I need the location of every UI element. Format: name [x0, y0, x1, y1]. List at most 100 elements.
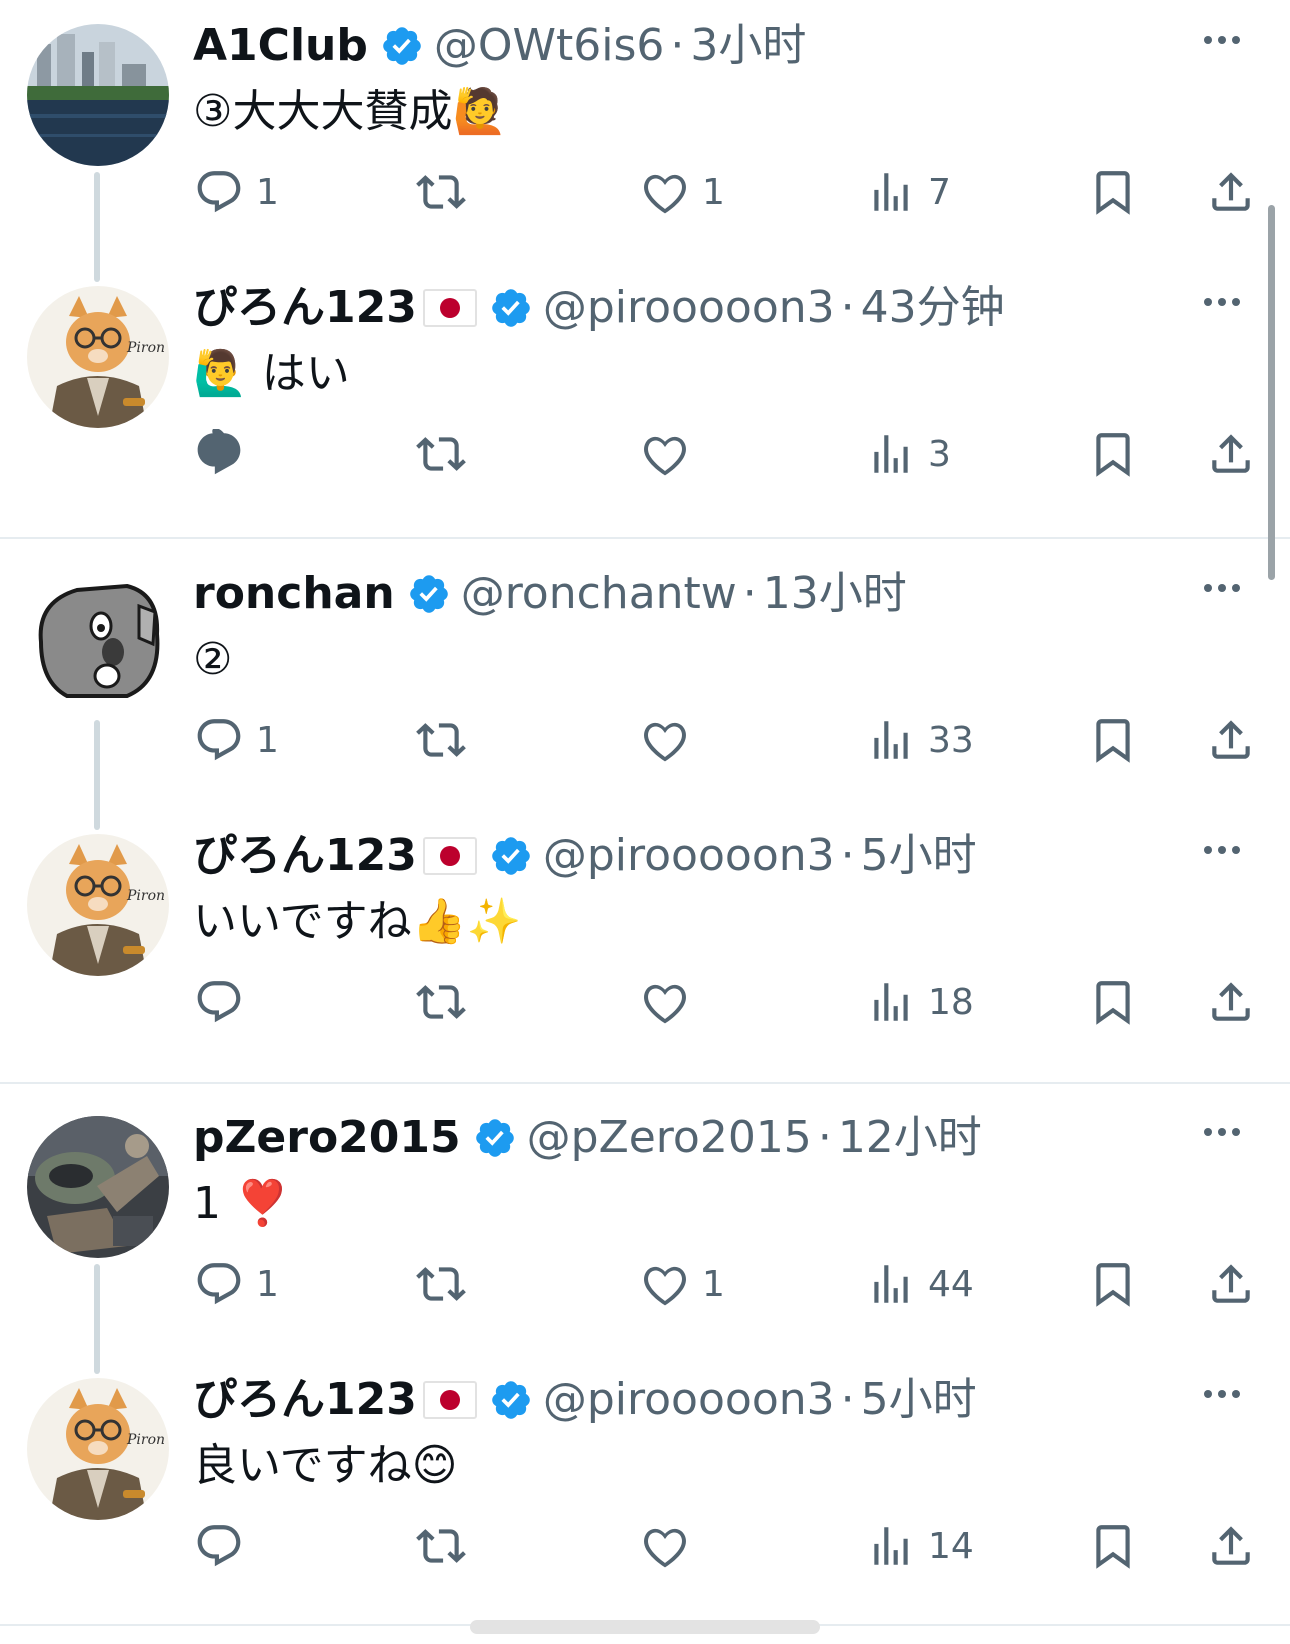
like-count: 1 [702, 171, 725, 213]
verified-badge-icon [383, 27, 421, 65]
cat-samurai-avatar: Piron [27, 1378, 169, 1520]
views-icon [874, 983, 908, 1021]
more-icon[interactable] [1202, 576, 1242, 600]
action-bar: 3 [0, 424, 1290, 484]
share-button[interactable] [1206, 162, 1256, 222]
display-name[interactable]: ぴろん123 [193, 828, 417, 884]
verified-badge-icon [475, 1119, 514, 1157]
reply-button[interactable] [194, 1516, 256, 1576]
views-button[interactable]: 14 [866, 1516, 974, 1576]
bookmark-icon [1096, 1525, 1130, 1569]
tweet[interactable]: ronchan @ronchantw · 13小时 ② 1 33 [0, 548, 1290, 830]
views-button[interactable]: 3 [866, 424, 951, 484]
share-button[interactable] [1206, 1516, 1256, 1576]
bookmark-icon [1096, 171, 1130, 215]
handle[interactable]: @pirooooon3 [543, 280, 835, 336]
timestamp[interactable]: 13小时 [763, 566, 907, 622]
display-name[interactable]: ronchan [193, 566, 395, 622]
bookmark-button[interactable] [1088, 1516, 1138, 1576]
like-button[interactable] [640, 424, 702, 484]
handle[interactable]: @pZero2015 [527, 1110, 812, 1166]
like-icon [644, 436, 686, 476]
tweet[interactable]: A1Club @OWt6is6 · 3小时 ③大大大賛成🙋 1 1 7 [0, 0, 1290, 282]
reply-button[interactable]: 1 [194, 162, 279, 222]
separator-dot: · [840, 1374, 855, 1425]
like-button[interactable]: 1 [640, 1254, 725, 1314]
reply-button[interactable]: 1 [194, 1254, 279, 1314]
handle[interactable]: @OWt6is6 [434, 18, 665, 74]
tweet[interactable]: Piron ぴろん123 @pirooooon3 · 5小时 いいですね👍✨ 1… [0, 810, 1290, 1082]
share-button[interactable] [1206, 710, 1256, 770]
display-name[interactable]: ぴろん123 [193, 280, 417, 336]
bookmark-icon [1096, 981, 1130, 1025]
handle[interactable]: @pirooooon3 [543, 828, 835, 884]
action-bar: 14 [0, 1516, 1290, 1576]
share-button[interactable] [1206, 972, 1256, 1032]
reply-count: 1 [256, 171, 279, 213]
retweet-button[interactable] [416, 710, 478, 770]
display-name[interactable]: pZero2015 [193, 1110, 461, 1166]
like-icon [644, 984, 686, 1024]
more-icon[interactable] [1202, 28, 1242, 52]
bookmark-button[interactable] [1088, 1254, 1138, 1314]
views-count: 44 [928, 1263, 974, 1305]
views-button[interactable]: 18 [866, 972, 974, 1032]
separator-dot: · [742, 568, 757, 619]
display-name[interactable]: A1Club [193, 18, 368, 74]
reply-button[interactable]: 1 [194, 710, 279, 770]
like-button[interactable] [640, 1516, 702, 1576]
more-icon[interactable] [1202, 1120, 1242, 1144]
handle[interactable]: @pirooooon3 [543, 1372, 835, 1428]
like-button[interactable] [640, 710, 702, 770]
share-icon [1212, 1526, 1250, 1565]
views-count: 18 [928, 981, 974, 1023]
reply-icon [197, 1525, 241, 1567]
bookmark-button[interactable] [1088, 162, 1138, 222]
retweet-button[interactable] [416, 972, 478, 1032]
timestamp[interactable]: 5小时 [861, 1372, 977, 1428]
avatar[interactable] [27, 24, 169, 166]
tweet[interactable]: Piron ぴろん123 @pirooooon3 · 5小时 良いですね😊 14 [0, 1354, 1290, 1626]
avatar[interactable]: Piron [27, 286, 169, 428]
avatar[interactable] [27, 572, 169, 714]
like-button[interactable]: 1 [640, 162, 725, 222]
reply-button[interactable] [194, 972, 256, 1032]
avatar[interactable] [27, 1116, 169, 1258]
retweet-button[interactable] [416, 424, 478, 484]
more-icon[interactable] [1202, 290, 1242, 314]
retweet-button[interactable] [416, 1254, 478, 1314]
avatar[interactable]: Piron [27, 834, 169, 976]
home-indicator[interactable] [470, 1620, 820, 1634]
retweet-icon [416, 723, 466, 757]
views-button[interactable]: 7 [866, 162, 951, 222]
more-icon[interactable] [1202, 1382, 1242, 1406]
tweet[interactable]: Piron ぴろん123 @pirooooon3 · 43分钟 🙋‍♂️ はい [0, 262, 1290, 534]
timestamp[interactable]: 3小时 [690, 18, 806, 74]
timestamp[interactable]: 12小时 [838, 1110, 982, 1166]
more-icon[interactable] [1202, 838, 1242, 862]
bookmark-button[interactable] [1088, 972, 1138, 1032]
views-button[interactable]: 33 [866, 710, 974, 770]
verified-badge-icon [492, 837, 530, 875]
share-button[interactable] [1206, 424, 1256, 484]
timestamp[interactable]: 43分钟 [861, 280, 1005, 336]
reply-button[interactable] [194, 424, 256, 484]
like-button[interactable] [640, 972, 702, 1032]
reply-count: 1 [256, 1263, 279, 1305]
retweet-button[interactable] [416, 1516, 478, 1576]
views-button[interactable]: 44 [866, 1254, 974, 1314]
tweet-text: ② [193, 634, 233, 685]
scrollbar[interactable] [1268, 205, 1275, 580]
tweet[interactable]: pZero2015 @pZero2015 · 12小时 1 ❣️ 1 1 44 [0, 1092, 1290, 1374]
handle[interactable]: @ronchantw [461, 566, 737, 622]
timestamp[interactable]: 5小时 [861, 828, 977, 884]
bookmark-button[interactable] [1088, 710, 1138, 770]
bookmark-button[interactable] [1088, 424, 1138, 484]
tweet-text: 1 ❣️ [193, 1178, 290, 1229]
tweet-text: 🙋‍♂️ はい [193, 348, 350, 399]
avatar[interactable]: Piron [27, 1378, 169, 1520]
share-button[interactable] [1206, 1254, 1256, 1314]
tweet-text: 良いですね😊 [193, 1440, 458, 1491]
retweet-button[interactable] [416, 162, 478, 222]
display-name[interactable]: ぴろん123 [193, 1372, 417, 1428]
